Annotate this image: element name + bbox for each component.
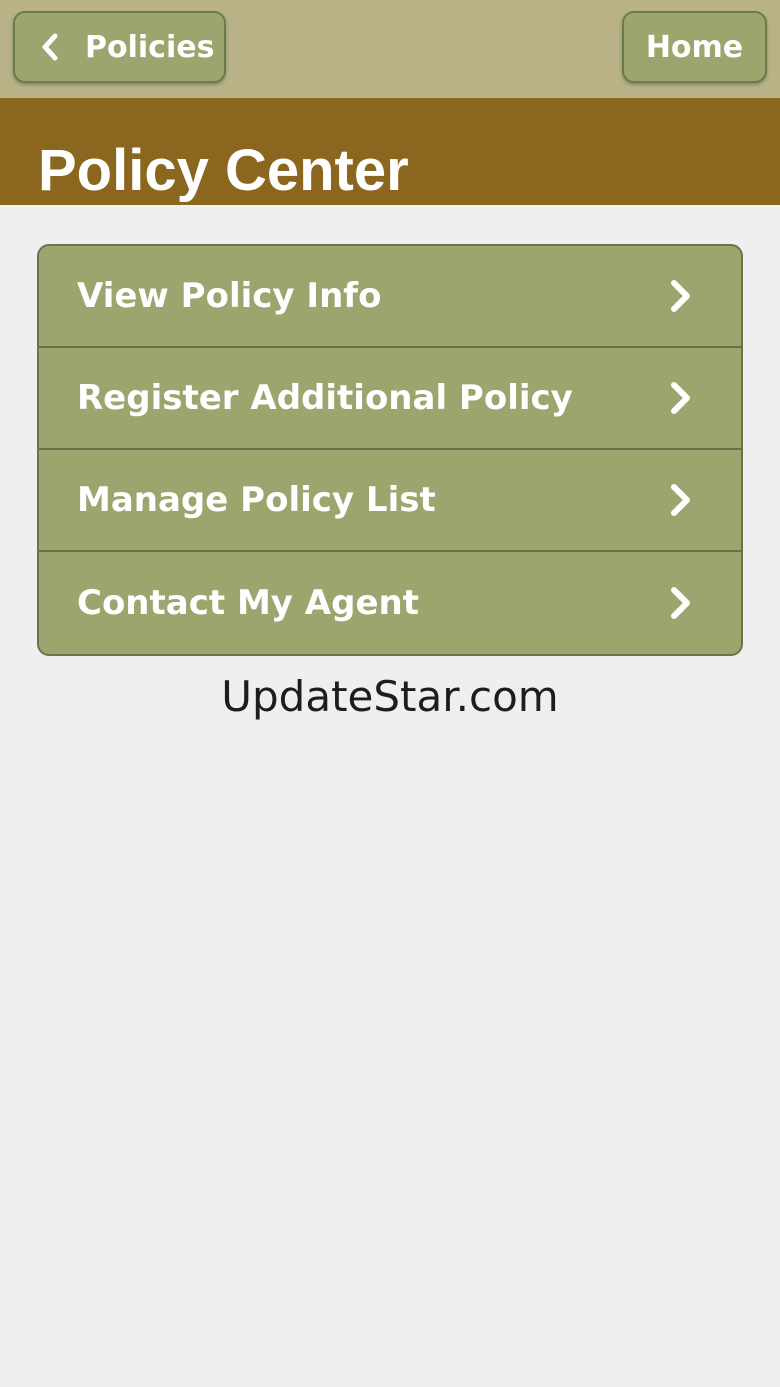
menu-item-contact-my-agent[interactable]: Contact My Agent <box>39 552 741 654</box>
back-button-label: Policies <box>85 29 215 65</box>
policy-menu: View Policy Info Register Additional Pol… <box>37 244 743 656</box>
menu-item-view-policy-info[interactable]: View Policy Info <box>39 246 741 348</box>
chevron-right-icon <box>671 587 690 619</box>
top-navigation-bar: Policies Home <box>0 0 780 98</box>
chevron-right-icon <box>671 280 690 312</box>
menu-item-label: Register Additional Policy <box>77 378 573 418</box>
menu-item-label: Contact My Agent <box>77 583 419 623</box>
chevron-left-icon <box>37 32 63 62</box>
menu-item-label: View Policy Info <box>77 276 382 316</box>
home-button[interactable]: Home <box>622 11 767 83</box>
menu-item-register-additional-policy[interactable]: Register Additional Policy <box>39 348 741 450</box>
page-title: Policy Center <box>38 138 409 203</box>
menu-item-label: Manage Policy List <box>77 480 436 520</box>
chevron-right-icon <box>671 484 690 516</box>
menu-item-manage-policy-list[interactable]: Manage Policy List <box>39 450 741 552</box>
home-button-label: Home <box>645 29 744 65</box>
watermark-text: UpdateStar.com <box>221 672 559 721</box>
back-button-policies[interactable]: Policies <box>13 11 226 83</box>
chevron-right-icon <box>671 382 690 414</box>
